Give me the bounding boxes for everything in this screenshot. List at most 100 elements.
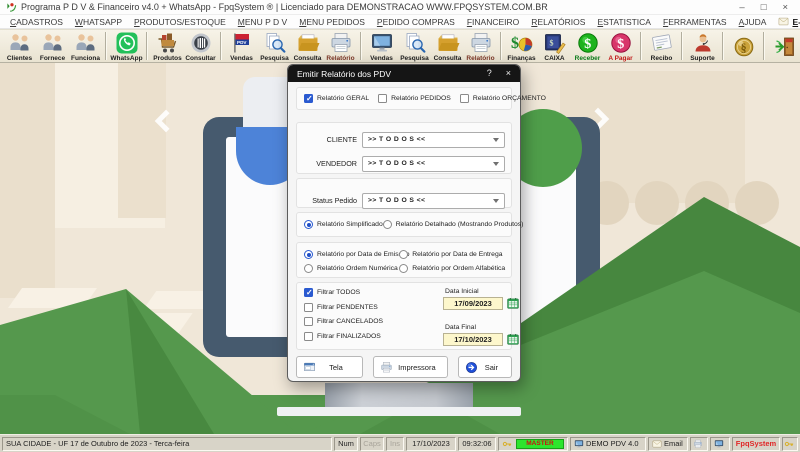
impressora-button[interactable]: Impressora xyxy=(373,356,448,378)
radio-relat-rio-por-ordem-alfab-tica[interactable]: Relatório por Ordem Alfabética xyxy=(399,264,511,273)
exit-door-icon xyxy=(773,35,797,59)
field-label: CLIENTE xyxy=(297,135,357,144)
folder-icon xyxy=(436,31,460,55)
window-titlebar: Programa P D V & Financeiro v4.0 + Whats… xyxy=(0,0,800,15)
calendar-icon[interactable] xyxy=(506,297,520,310)
checkbox-relat-rio-pedidos[interactable]: ✓Relatório PEDIDOS xyxy=(378,94,451,103)
menu-item-e-mail[interactable]: E-MAIL xyxy=(772,16,800,27)
tela-button[interactable]: Tela xyxy=(296,356,363,378)
toolbar-button-consultar[interactable]: Consultar xyxy=(184,30,217,62)
menu-item-estatistica[interactable]: ESTATISTICA xyxy=(591,17,657,27)
menu-item-produtos-estoque[interactable]: PRODUTOS/ESTOQUE xyxy=(128,17,232,27)
radio-relat-rio-por-data-de-emiss-o[interactable]: Relatório por Data de Emissão xyxy=(304,250,399,259)
toolbar-button-pesquisa[interactable]: Pesquisa xyxy=(258,30,291,62)
detail-option-row: Relatório SimplificadoRelatório Detalhad… xyxy=(297,213,511,236)
chevron-down-icon xyxy=(493,162,499,166)
maximize-button[interactable]: □ xyxy=(761,0,767,15)
checkbox-filtrar-pendentes[interactable]: ✓Filtrar PENDENTES xyxy=(304,303,383,312)
menu-item-cadastros[interactable]: CADASTROS xyxy=(4,17,69,27)
people-icon xyxy=(41,31,65,55)
menu-item-ajuda[interactable]: AJUDA xyxy=(733,17,773,27)
status-panel-brand[interactable]: FpqSystem xyxy=(732,437,780,451)
checkbox-filtrar-cancelados[interactable]: ✓Filtrar CANCELADOS xyxy=(304,317,383,326)
money-pie-icon xyxy=(510,31,534,55)
toolbar-button-vendas[interactable]: Vendas xyxy=(365,30,398,62)
sair-button[interactable]: Sair xyxy=(458,356,512,378)
field-label: Status Pedido xyxy=(297,196,357,205)
toolbar-button-vendas[interactable]: Vendas xyxy=(225,30,258,62)
search-docs-icon xyxy=(403,31,427,55)
toolbar-button-relat-rio[interactable]: Relatório xyxy=(464,30,497,62)
toolbar-button-receber[interactable]: Receber xyxy=(571,30,604,62)
checkbox-relat-rio-geral[interactable]: ✓Relatório GERAL xyxy=(304,94,369,103)
cliente-combobox[interactable]: >> T O D O S << xyxy=(362,132,505,148)
data-inicial-input[interactable]: 17/09/2023 xyxy=(443,297,503,310)
checkbox-box-icon: ✓ xyxy=(304,288,313,297)
checkbox-filtrar-todos[interactable]: ✓Filtrar TODOS xyxy=(304,288,383,297)
toolbar-divider xyxy=(763,32,765,60)
toolbar-button-recibo[interactable]: Recibo xyxy=(645,30,678,62)
menu-item-ferramentas[interactable]: FERRAMENTAS xyxy=(657,17,733,27)
dialog-body: ✓Relatório GERAL ✓Relatório PEDIDOS ✓ Relat… xyxy=(288,82,520,381)
toolbar-button-clientes[interactable]: Clientes xyxy=(3,30,36,62)
close-button[interactable]: × xyxy=(782,0,788,15)
vendedor-combobox[interactable]: >> T O D O S << xyxy=(362,156,505,172)
data-final-input[interactable]: 17/10/2023 xyxy=(443,333,503,346)
toolbar-button-produtos[interactable]: Produtos xyxy=(151,30,184,62)
pdv-flag-icon xyxy=(230,31,254,55)
calendar-icon[interactable] xyxy=(506,333,520,346)
menu-item-financeiro[interactable]: FINANCEIRO xyxy=(461,17,525,27)
screen-icon xyxy=(303,361,316,374)
radio-relat-rio-ordem-num-rica[interactable]: Relatório Ordem Numérica xyxy=(304,264,399,273)
checkbox-relat-rio-or-amento[interactable]: ✓Relatório ORÇAMENTO xyxy=(460,94,546,103)
email-icon xyxy=(778,16,789,27)
toolbar-button-pesquisa[interactable]: Pesquisa xyxy=(398,30,431,62)
toolbar-button-exit-door-icon[interactable] xyxy=(768,34,800,59)
toolbar-button-funciona[interactable]: Funciona xyxy=(69,30,102,62)
menu-bar: CADASTROSWHATSAPPPRODUTOS/ESTOQUEMENU P … xyxy=(0,15,800,29)
menu-item-relat-rios[interactable]: RELATÓRIOS xyxy=(525,17,591,27)
status-panel-printer[interactable] xyxy=(690,437,708,451)
toolbar-button-fornece[interactable]: Fornece xyxy=(36,30,69,62)
toolbar-button-consulta[interactable]: Consulta xyxy=(431,30,464,62)
toolbar-button-a-pagar[interactable]: A Pagar xyxy=(604,30,637,62)
radio-relat-rio-por-data-de-entrega[interactable]: Relatório por Data de Entrega xyxy=(399,250,511,259)
toolbar-button-relat-rio[interactable]: Relatório xyxy=(324,30,357,62)
toolbar-button-consulta[interactable]: Consulta xyxy=(291,30,324,62)
cashbook-icon xyxy=(543,31,567,55)
status-panel-num: Num xyxy=(334,437,358,451)
monitor-icon xyxy=(370,31,394,55)
checkbox-box-icon: ✓ xyxy=(304,94,313,103)
toolbar-divider xyxy=(640,32,642,60)
radio-icon xyxy=(304,264,313,273)
toolbar-button-coin-icon[interactable] xyxy=(727,34,760,59)
toolbar-divider xyxy=(146,32,148,60)
receipt-icon xyxy=(650,31,674,55)
toolbar-button-suporte[interactable]: Suporte xyxy=(686,30,719,62)
status-panel-screen[interactable] xyxy=(710,437,730,451)
dialog-help-button[interactable]: ? xyxy=(487,65,492,82)
toolbar-divider xyxy=(220,32,222,60)
menu-item-menu-p-d-v[interactable]: MENU P D V xyxy=(232,17,293,27)
toolbar-button-finan-as[interactable]: Finanças xyxy=(505,30,538,62)
status-pedido-combobox[interactable]: >> T O D O S << xyxy=(362,193,505,209)
menu-item-whatsapp[interactable]: WHATSAPP xyxy=(69,17,128,27)
menu-item-pedido-compras[interactable]: PEDIDO COMPRAS xyxy=(371,17,461,27)
detail-option-group: Relatório SimplificadoRelatório Detalhad… xyxy=(296,212,512,237)
radio-relat-rio-detalhado-mostrando-produtos[interactable]: Relatório Detalhado (Mostrando Produtos) xyxy=(383,220,524,229)
checkbox-box-icon: ✓ xyxy=(304,317,313,326)
dialog-close-button[interactable]: × xyxy=(506,65,511,82)
whatsapp-icon xyxy=(115,31,139,55)
status-panel-ins: Ins xyxy=(386,437,404,451)
toolbar-button-whatsapp[interactable]: WhatsApp xyxy=(110,30,143,62)
field-row-status-pedido: Status Pedido >> T O D O S << xyxy=(297,192,505,209)
toolbar-button-caixa[interactable]: CAIXA xyxy=(538,30,571,62)
checkbox-box-icon: ✓ xyxy=(304,303,313,312)
status-panel-email[interactable]: Email xyxy=(648,437,688,451)
checkbox-filtrar-finalizados[interactable]: ✓Filtrar FINALIZADOS xyxy=(304,332,383,341)
menu-item-menu-pedidos[interactable]: MENU PEDIDOS xyxy=(293,17,371,27)
radio-relat-rio-simplificado[interactable]: Relatório Simplificado xyxy=(304,220,383,229)
toolbar-divider xyxy=(105,32,107,60)
minimize-button[interactable]: – xyxy=(739,0,744,15)
printer-icon xyxy=(469,31,493,55)
